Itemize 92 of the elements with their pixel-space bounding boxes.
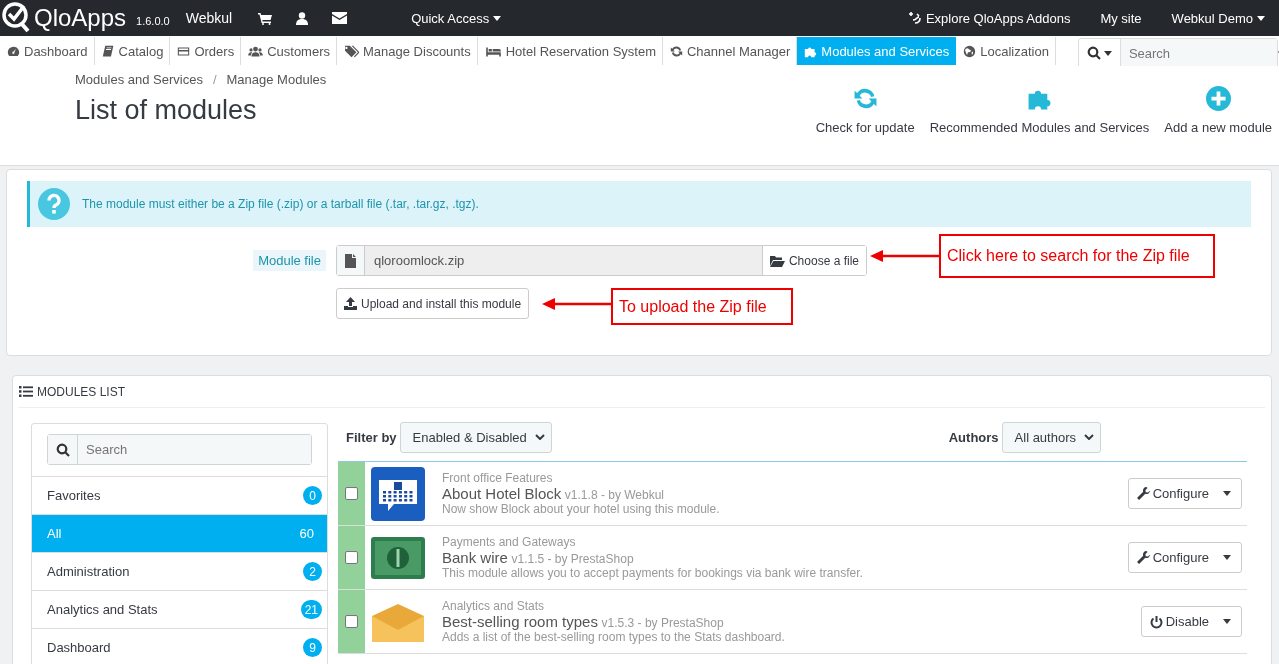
module-description: Adds a list of the best-selling room types to the Stats dashboard. <box>442 630 786 644</box>
module-action-button[interactable]: Configure <box>1127 542 1242 573</box>
toolbar-action[interactable]: Add a new module <box>1164 86 1272 164</box>
hotel-building-icon <box>369 465 426 522</box>
authors-dropdown[interactable]: All authors <box>1001 421 1101 453</box>
caret-icon <box>1223 555 1231 560</box>
filter-label: Filter by <box>346 429 397 445</box>
cart-icon[interactable] <box>258 11 273 25</box>
category-item[interactable]: Administration 2 <box>32 553 327 591</box>
module-category: Front office Features <box>442 471 554 485</box>
module-title: Best-selling room types v1.5.3 - by PrestaShop <box>442 613 725 630</box>
info-text: The module must either be a Zip file (.zip) or a tarball file (.tar, .tar.gz, .tgz). <box>82 197 479 211</box>
refresh-icon <box>669 44 683 58</box>
category-item[interactable]: Analytics and Stats 21 <box>32 591 327 629</box>
power-icon <box>1149 614 1163 629</box>
tags-icon <box>344 44 359 58</box>
help-icon <box>38 188 70 220</box>
category-label: Dashboard <box>47 640 111 655</box>
chevron-icon <box>1084 434 1094 440</box>
envelope-icon <box>369 601 426 642</box>
nav-tab[interactable]: Orders <box>170 37 242 65</box>
nav-tab[interactable]: Dashboard <box>0 37 95 65</box>
user-menu[interactable]: Webkul Demo <box>1171 10 1265 26</box>
category-label: Favorites <box>47 488 101 503</box>
module-title: About Hotel Block v1.1.8 - by Webkul <box>442 485 666 502</box>
bed-icon <box>484 44 502 58</box>
chevron-icon <box>534 434 545 440</box>
checkbox[interactable] <box>345 551 358 564</box>
app-logo-name: QloApps <box>34 4 127 32</box>
category-label: Analytics and Stats <box>47 602 158 617</box>
upload-icon <box>344 297 357 310</box>
caret-icon <box>1223 619 1231 624</box>
book-icon <box>101 44 115 58</box>
breadcrumb-separator: / <box>212 72 217 87</box>
panel-title: MODULES LIST <box>37 384 126 399</box>
nav-tab[interactable]: Customers <box>241 37 337 65</box>
module-category: Payments and Gateways <box>442 535 577 549</box>
upload-button[interactable]: Upload and install this module <box>336 288 530 319</box>
sparkle-icon <box>907 11 922 25</box>
annotation-callout: Click here to search for the Zip file <box>939 234 1215 278</box>
arrow <box>870 250 939 262</box>
wrench-icon <box>1136 551 1150 564</box>
nav-tab[interactable]: Hotel Reservation System <box>477 37 663 65</box>
module-description: This module allows you to accept payments for bookings via bank wire transfer. <box>442 566 864 580</box>
module-description: Now show Block about your hotel using this module. <box>442 502 721 516</box>
module-category: Analytics and Stats <box>442 599 546 613</box>
nav-tab[interactable]: Catalog <box>94 37 171 65</box>
toolbar-action[interactable]: Recommended Modules and Services <box>929 86 1150 164</box>
filter-label: Authors <box>948 429 999 445</box>
plus-icon <box>1205 86 1231 111</box>
checkbox[interactable] <box>345 487 358 500</box>
globe-icon <box>963 44 977 58</box>
refresh-icon <box>852 86 878 111</box>
logo-icon <box>2 2 32 34</box>
module-title: Bank wire v1.1.5 - by PrestaShop <box>442 549 635 566</box>
explore-addons-link[interactable]: Explore QloApps Addons <box>907 10 1071 26</box>
category-label: All <box>47 526 62 541</box>
page-title: List of modules <box>75 95 258 126</box>
count-label: 60 <box>298 525 315 543</box>
breadcrumb-link[interactable]: Modules and Services <box>75 72 203 87</box>
users-icon <box>248 44 264 58</box>
envelope-icon[interactable] <box>332 12 348 24</box>
annotation-callout: To upload the Zip file <box>611 288 793 325</box>
caret-icon <box>1257 15 1265 21</box>
field-label: Module file <box>253 250 326 271</box>
category-label: Administration <box>47 564 130 579</box>
count-badge: 9 <box>303 638 322 657</box>
module-action-button[interactable]: Configure <box>1127 478 1242 509</box>
nav-tab[interactable]: Localization <box>956 37 1056 65</box>
breadcrumb-link[interactable]: Manage Modules <box>226 72 327 87</box>
nav-tab[interactable]: Manage Discounts <box>337 37 478 65</box>
user-icon[interactable] <box>296 11 309 25</box>
module-action-button[interactable]: Disable <box>1140 606 1242 637</box>
status-filter-dropdown[interactable]: Enabled & Disabled <box>399 421 552 453</box>
list-icon <box>19 386 33 397</box>
wrench-icon <box>1136 487 1150 500</box>
my-site-link[interactable]: My site <box>1100 10 1142 26</box>
shop-link[interactable]: Webkul <box>185 10 233 26</box>
caret-icon <box>493 15 502 21</box>
toolbar-action[interactable]: Check for update <box>815 86 915 164</box>
quick-access-menu[interactable]: Quick Access <box>411 10 502 26</box>
checkbox[interactable] <box>345 615 358 628</box>
category-item[interactable]: Dashboard 9 <box>32 629 327 664</box>
banknote-icon <box>369 535 426 580</box>
arrow <box>542 298 611 310</box>
count-badge: 21 <box>300 600 322 619</box>
count-badge: 2 <box>303 562 322 581</box>
version-text: 1.6.0.0 <box>136 15 170 27</box>
gauge-icon <box>7 44 20 58</box>
caret-icon <box>1223 491 1231 496</box>
count-badge: 0 <box>303 486 322 505</box>
credit-card-icon <box>177 44 191 58</box>
